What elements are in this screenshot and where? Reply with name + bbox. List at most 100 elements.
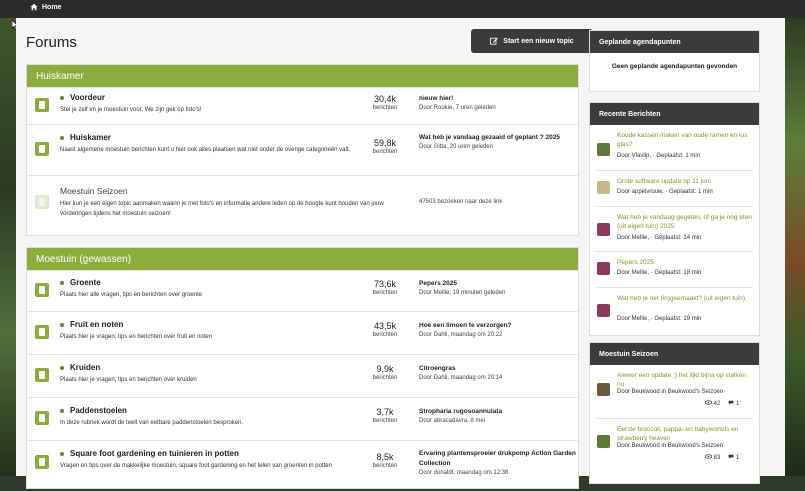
divider — [596, 251, 753, 252]
redirect-visits: 47503 bezoeken naar deze link — [419, 199, 503, 205]
last-post: Ervaring plantensproeier drukpomp Action… — [419, 449, 579, 478]
home-link[interactable]: Home — [30, 3, 61, 11]
post-title[interactable]: Grote software update op 11 juni — [617, 177, 752, 186]
category-huiskamer: Huiskamer Voordeur Stel je zelf en je mo… — [26, 64, 579, 236]
avatar — [597, 262, 610, 275]
unread-dot-icon — [60, 322, 64, 327]
post-meta: Door Vlavlip, · Geplaatst: 1 min — [617, 153, 701, 159]
avatar — [597, 181, 610, 194]
avatar — [597, 383, 610, 396]
post-stats: 83 1 — [704, 454, 739, 461]
forum-name[interactable]: Voordeur — [60, 93, 105, 102]
forum-name[interactable]: Huiskamer — [60, 133, 111, 142]
category-moestuin-gewassen: Moestuin (gewassen) Groente Plaats hier … — [26, 247, 579, 489]
forum-main: Forums Start een nieuw topic Huiskamer V… — [16, 18, 785, 489]
forum-name[interactable]: Square foot gardening en tuinieren in po… — [60, 449, 239, 458]
comment-icon — [728, 454, 734, 459]
forum-name[interactable]: Moestuin Seizoen — [60, 186, 128, 196]
forum-description: Stel je zelf en je moestuin voor. We zij… — [60, 107, 202, 113]
forum-description: Hier kun je een eigen topic aanmaken waa… — [60, 201, 384, 217]
background-left — [0, 0, 16, 476]
forum-row[interactable]: Voordeur Stel je zelf en je moestuin voo… — [27, 87, 578, 124]
last-post-title[interactable]: Hoe een limoen te verzorgen? — [419, 321, 579, 331]
last-post: Hoe een limoen te verzorgen? Door Dahli, … — [419, 321, 579, 340]
forum-icon — [35, 325, 49, 339]
eye-icon — [704, 454, 713, 459]
home-label: Home — [42, 3, 62, 11]
forum-name[interactable]: Groente — [60, 278, 101, 287]
forum-row[interactable]: Groente Plaats hier alle vragen, tips en… — [27, 270, 578, 311]
forum-stats: 3,7k berichten — [372, 407, 398, 424]
post-meta: Door Mellie, · Geplaatst: 18 min — [617, 270, 702, 276]
category-title[interactable]: Moestuin (gewassen) — [27, 248, 578, 270]
agenda-empty-text: Geen geplande agendapunten gevonden — [611, 63, 738, 70]
forum-description: Plaats hier alle vragen, tips en bericht… — [60, 292, 203, 298]
agenda-title: Geplande agendapunten — [590, 31, 759, 53]
post-title[interactable]: Wat heb je vandaag gegeten, of ga je nog… — [617, 213, 752, 231]
last-post: nieuw hier! Door Rookie, 7 uren geleden — [419, 94, 579, 113]
unread-dot-icon — [60, 408, 64, 413]
post-meta: Door Mellie, · Geplaatst: 19 min — [617, 316, 702, 322]
unread-dot-icon — [60, 451, 64, 456]
new-topic-button[interactable]: Start een nieuw topic — [471, 29, 593, 53]
forum-description: Naast algemene moestuin berichten kunt u… — [60, 147, 351, 153]
post-meta: Door Beukwood in Beukwood's Seizoen — [617, 443, 724, 449]
forum-row[interactable]: Square foot gardening en tuinieren in po… — [27, 440, 578, 491]
forum-stats: 43,5k berichten — [372, 321, 398, 338]
last-post-title[interactable]: Pepers 2025 — [419, 279, 579, 289]
forum-stats: 59,8k berichten — [372, 138, 398, 155]
last-post-title[interactable]: Wat heb je vandaag gezaaid of geplant ? … — [419, 133, 579, 143]
last-post-title[interactable]: Citroengras — [419, 364, 579, 374]
eye-icon — [704, 400, 713, 405]
forum-row[interactable]: Kruiden Plaats hier je vragen, tips en b… — [27, 354, 578, 397]
forum-name[interactable]: Kruiden — [60, 363, 100, 372]
comment-icon — [728, 400, 734, 405]
forum-row[interactable]: Fruit en noten Plaats hier je vragen, ti… — [27, 311, 578, 354]
avatar — [597, 143, 610, 156]
last-post-title[interactable]: Ervaring plantensproeier drukpomp Action… — [419, 449, 579, 469]
last-post: Citroengras Door Dahli, maandag om 20:14 — [419, 364, 579, 383]
post-title[interactable]: Eerste broccoli, pappa- en babywortels e… — [617, 425, 752, 443]
avatar — [597, 223, 610, 236]
last-post: Wat heb je vandaag gezaaid of geplant ? … — [419, 133, 579, 152]
forum-description: Vragen en tips over de makkelijke moestu… — [60, 463, 332, 469]
recent-posts-title: Recente Berichten — [590, 103, 759, 125]
views-count: 42 — [704, 400, 720, 407]
forum-stats: 9,9k berichten — [372, 364, 398, 381]
divider — [596, 206, 753, 207]
forum-row[interactable]: Paddenstoelen In deze rubriek wordt de t… — [27, 397, 578, 440]
category-title[interactable]: Huiskamer — [27, 65, 578, 87]
post-stats: 42 1 — [704, 400, 739, 407]
season-title: Moestuin Seizoen — [590, 343, 759, 365]
recent-posts-widget: Recente Berichten Koude kassen maken van… — [589, 102, 760, 336]
avatar — [597, 435, 610, 448]
post-title[interactable]: Alweer een update ;) het lijkt bijna op … — [617, 371, 752, 389]
agenda-widget: Geplande agendapunten Geen geplande agen… — [589, 30, 760, 92]
post-title[interactable]: Wat heb je net (in)geemaakt? (uit eigen … — [617, 294, 752, 303]
last-post: Stropharia rugosoannulata Door abracadavr… — [419, 407, 579, 426]
forum-stats: 73,6k berichten — [372, 279, 398, 296]
forum-row[interactable]: Huiskamer Naast algemene moestuin berich… — [27, 124, 578, 175]
replies-count: 1 — [728, 454, 739, 461]
top-navbar: Home — [0, 0, 805, 18]
home-icon — [30, 3, 38, 11]
views-count: 83 — [704, 454, 720, 461]
unread-dot-icon — [60, 280, 64, 285]
last-post: Pepers 2025 Door Mellie, 19 minuten geled… — [419, 279, 579, 298]
forum-row-redirect[interactable]: Moestuin Seizoen Hier kun je een eigen t… — [27, 175, 578, 234]
unread-dot-icon — [60, 135, 64, 140]
last-post-title[interactable]: nieuw hier! — [419, 94, 579, 104]
post-meta: Door Beukwood in Beukwood's Seizoen — [617, 389, 724, 395]
replies-count: 1 — [728, 400, 739, 407]
forum-description: Plaats hier je vragen, tips en berichten… — [60, 377, 197, 383]
forum-name[interactable]: Fruit en noten — [60, 320, 123, 329]
forum-name[interactable]: Paddenstoelen — [60, 406, 127, 415]
forum-icon — [35, 368, 49, 382]
forum-icon — [35, 283, 49, 297]
post-meta: Door appelvrouw, · Geplaatst: 1 min — [617, 189, 713, 195]
forum-icon — [35, 98, 49, 112]
post-title[interactable]: Koude kassen maken van oude ramen en los… — [617, 131, 752, 149]
divider — [596, 418, 753, 419]
post-title[interactable]: Pepers 2025 — [617, 258, 752, 267]
last-post-title[interactable]: Stropharia rugosoannulata — [419, 407, 579, 417]
